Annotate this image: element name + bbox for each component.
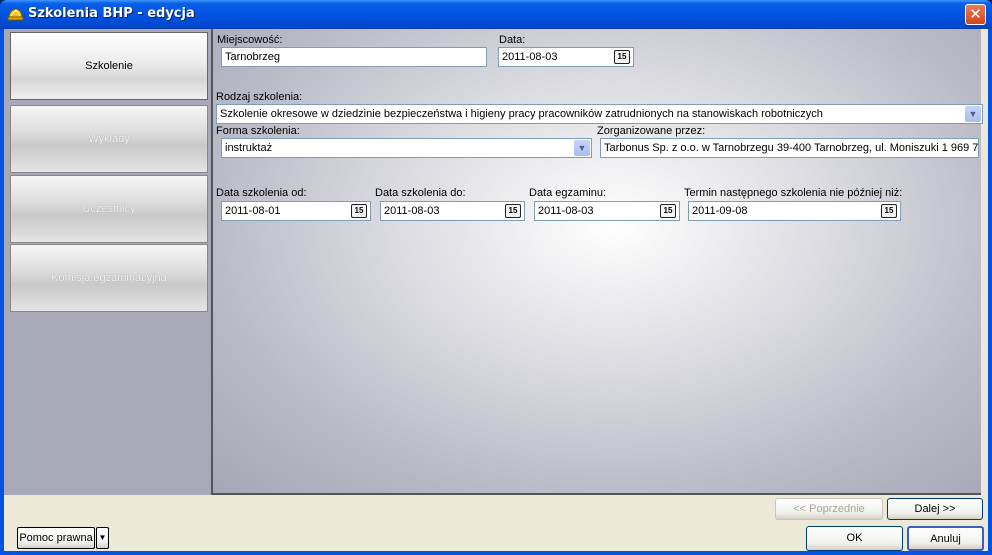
- egzamin-label: Data egzaminu:: [529, 187, 607, 199]
- rodzaj-value: Szkolenie okresowe w dziedzinie bezpiecz…: [220, 108, 823, 120]
- od-label: Data szkolenia od:: [216, 187, 307, 199]
- chevron-down-icon[interactable]: ▼: [965, 106, 981, 122]
- close-icon: ✕: [969, 5, 982, 23]
- chevron-down-icon: ▼: [98, 533, 107, 542]
- sidebar-item-label: Wykłady: [88, 133, 130, 145]
- zorganizowane-label: Zorganizowane przez:: [597, 125, 706, 137]
- calendar-icon[interactable]: 15: [505, 204, 521, 218]
- next-button[interactable]: Dalej >>: [887, 498, 983, 520]
- sidebar-item-uczestnicy[interactable]: Uczestnicy: [10, 175, 208, 243]
- do-label: Data szkolenia do:: [375, 187, 466, 199]
- sidebar-item-wyklady[interactable]: Wykłady: [10, 105, 208, 173]
- egzamin-value: 2011-08-03: [538, 205, 594, 217]
- data-date-field[interactable]: 2011-08-03 15: [498, 47, 634, 67]
- do-date-field[interactable]: 2011-08-03 15: [380, 201, 525, 221]
- termin-date-field[interactable]: 2011-09-08 15: [688, 201, 901, 221]
- miejscowosc-label: Miejscowość:: [217, 34, 283, 46]
- legal-help-button[interactable]: Pomoc prawna: [17, 527, 95, 549]
- close-button[interactable]: ✕: [965, 4, 986, 25]
- sidebar-item-label: Szkolenie: [85, 60, 133, 72]
- do-value: 2011-08-03: [384, 205, 440, 217]
- ok-button[interactable]: OK: [806, 526, 903, 551]
- calendar-icon[interactable]: 15: [351, 204, 367, 218]
- zorganizowane-input[interactable]: Tarbonus Sp. z o.o. w Tarnobrzegu 39-400…: [600, 138, 979, 158]
- form-panel: Miejscowość: Tarnobrzeg Data: 2011-08-03…: [211, 29, 983, 495]
- hard-hat-icon: [7, 8, 24, 21]
- miejscowosc-value: Tarnobrzeg: [225, 51, 281, 63]
- dialog-client-area: Szkolenie Wykłady Uczestnicy Komisja egz…: [4, 29, 988, 551]
- od-value: 2011-08-01: [225, 205, 281, 217]
- calendar-icon[interactable]: 15: [881, 204, 897, 218]
- dialog-window: Szkolenia BHP - edycja ✕ Szkolenie Wykła…: [0, 0, 992, 555]
- calendar-icon[interactable]: 15: [614, 50, 630, 64]
- forma-label: Forma szkolenia:: [216, 125, 300, 137]
- legal-help-dropdown[interactable]: ▼: [96, 527, 109, 549]
- data-value: 2011-08-03: [502, 51, 558, 63]
- termin-value: 2011-09-08: [692, 205, 748, 217]
- sidebar-item-label: Komisja egzaminacyjna: [51, 272, 167, 284]
- rodzaj-label: Rodzaj szkolenia:: [216, 91, 303, 103]
- chevron-down-icon[interactable]: ▼: [574, 140, 590, 156]
- forma-value: instruktaż: [225, 142, 273, 154]
- window-title: Szkolenia BHP - edycja: [28, 6, 195, 21]
- sidebar-item-komisja[interactable]: Komisja egzaminacyjna: [10, 244, 208, 312]
- previous-button[interactable]: << Poprzednie: [775, 498, 883, 520]
- sidebar-item-szkolenie[interactable]: Szkolenie: [10, 32, 208, 100]
- termin-label: Termin następnego szkolenia nie później …: [684, 187, 903, 199]
- sidebar: Szkolenie Wykłady Uczestnicy Komisja egz…: [4, 29, 211, 495]
- data-label: Data:: [499, 34, 526, 46]
- zorganizowane-value: Tarbonus Sp. z o.o. w Tarnobrzegu 39-400…: [604, 142, 979, 154]
- miejscowosc-input[interactable]: Tarnobrzeg: [221, 47, 487, 67]
- title-bar[interactable]: Szkolenia BHP - edycja ✕: [0, 0, 992, 29]
- footer-bar: << Poprzednie Dalej >> Pomoc prawna ▼ OK…: [4, 495, 988, 551]
- calendar-icon[interactable]: 15: [660, 204, 676, 218]
- egzamin-date-field[interactable]: 2011-08-03 15: [534, 201, 680, 221]
- forma-select[interactable]: instruktaż ▼: [221, 138, 592, 158]
- rodzaj-select[interactable]: Szkolenie okresowe w dziedzinie bezpiecz…: [216, 104, 983, 124]
- cancel-button[interactable]: Anuluj: [907, 526, 984, 551]
- sidebar-item-label: Uczestnicy: [82, 203, 136, 215]
- od-date-field[interactable]: 2011-08-01 15: [221, 201, 371, 221]
